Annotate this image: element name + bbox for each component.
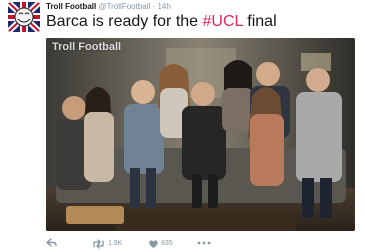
more-dots-icon: [197, 241, 211, 245]
tweet: Troll Football @TrollFootball · 14h Barc…: [0, 0, 365, 252]
tweet-text-main: Barca is ready for the: [46, 13, 203, 30]
tweet-header: Troll Football @TrollFootball · 14h: [46, 2, 171, 12]
tweet-text: Barca is ready for the #UCL final: [46, 12, 277, 32]
like-count: 835: [160, 240, 173, 247]
retweet-count: 1.9K: [107, 240, 123, 247]
timestamp[interactable]: 14h: [157, 2, 170, 11]
heart-icon: [149, 240, 158, 248]
user-handle[interactable]: @TrollFootball: [98, 2, 150, 11]
hashtag-link[interactable]: #UCL: [203, 13, 243, 30]
more-button[interactable]: [197, 238, 211, 250]
tweet-media[interactable]: Troll Football: [46, 38, 355, 231]
tweet-text-tail: final: [242, 13, 277, 30]
media-watermark: Troll Football: [52, 41, 122, 53]
display-name[interactable]: Troll Football: [46, 2, 96, 11]
reply-arrow-icon: [46, 238, 57, 247]
like-button[interactable]: 835: [148, 238, 173, 250]
union-jack-avatar-icon: [8, 2, 40, 32]
reply-button[interactable]: [46, 238, 57, 250]
retweet-button[interactable]: 1.9K: [91, 238, 122, 250]
team-photo-image: [46, 38, 355, 231]
retweet-icon: [93, 239, 104, 249]
separator-dot: ·: [152, 2, 156, 11]
avatar[interactable]: [8, 2, 40, 32]
